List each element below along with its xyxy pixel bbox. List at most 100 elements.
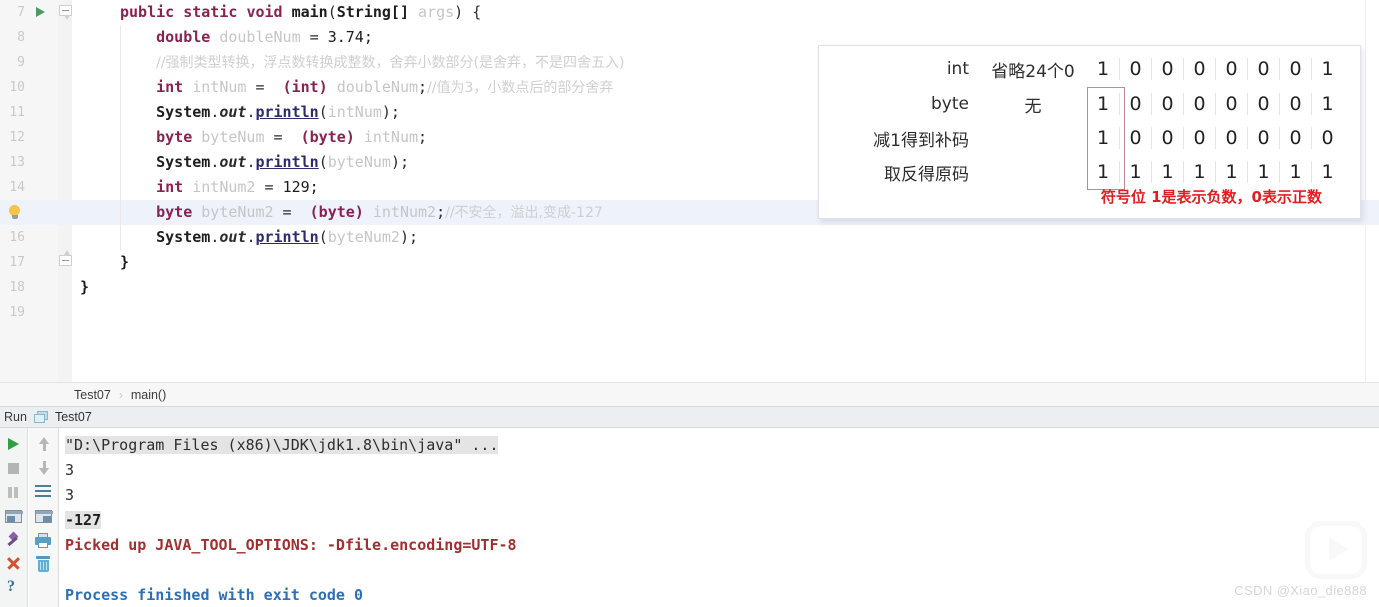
rerun-button[interactable] (0, 432, 28, 456)
line-number: 11 (9, 105, 25, 120)
stop-icon (8, 463, 19, 474)
fold-expanded-icon[interactable] (59, 5, 72, 20)
bit: 1 (1247, 161, 1279, 183)
bit-group: 1 0 0 0 0 0 0 1 (1087, 93, 1343, 115)
print-button[interactable] (29, 528, 57, 552)
method-println: println (255, 228, 319, 246)
bit: 0 (1247, 58, 1279, 80)
brace-close-class: } (80, 278, 90, 296)
semicolon: ; (436, 203, 446, 221)
up-stack-trace-button[interactable] (29, 432, 57, 456)
indent-guide (120, 175, 121, 200)
run-toolwindow-header[interactable]: Run Test07 (0, 406, 1379, 428)
help-button[interactable]: ? (0, 576, 28, 600)
semicolon: ; (418, 128, 428, 146)
gutter-line: 19 (0, 300, 71, 325)
bit: 0 (1247, 93, 1279, 115)
pause-icon (8, 487, 12, 498)
code-line[interactable]: System.out.println(byteNum2); (72, 225, 1379, 250)
bit: 0 (1183, 93, 1215, 115)
arg-byteNum2: byteNum2 (327, 228, 400, 246)
literal-3-74: 3.74; (327, 28, 373, 46)
console-output-value: 3 (65, 486, 75, 504)
run-method-icon[interactable] (36, 7, 45, 17)
indent-guide (120, 25, 121, 50)
bit: 0 (1279, 58, 1311, 80)
dot: . (210, 228, 220, 246)
code-line[interactable]: } (72, 275, 1379, 300)
stop-button[interactable] (0, 456, 28, 480)
var-byteNum: byteNum (201, 128, 265, 146)
bit: 0 (1215, 58, 1247, 80)
close-button[interactable] (0, 552, 28, 576)
gutter-line: 16 (0, 225, 71, 250)
bit: 0 (1215, 127, 1247, 149)
gutter-line: 18 (0, 275, 71, 300)
annot-note: 省略24个0 (991, 61, 1075, 82)
var-doubleNum: doubleNum (219, 28, 301, 46)
code-line[interactable]: } (72, 250, 1379, 275)
soft-wrap-button[interactable] (29, 480, 57, 504)
ide-window: 7 8 9 10 11 12 13 14 15 16 17 18 19 p (0, 0, 1379, 607)
breadcrumb[interactable]: Test07 › main() (0, 382, 1379, 406)
class-System: System (156, 103, 211, 121)
restore-layout-button[interactable] (0, 504, 28, 528)
keyword-byte: byte (156, 128, 193, 146)
gutter-line: 13 (0, 150, 71, 175)
keyword-public: public (120, 3, 175, 21)
console-output[interactable]: "D:\Program Files (x86)\JDK\jdk1.8\bin\j… (60, 428, 1379, 607)
paren-close: ); (390, 153, 409, 171)
assign-op: = (300, 28, 328, 46)
annot-label: 减1得到补码 (873, 130, 969, 151)
code-editor[interactable]: 7 8 9 10 11 12 13 14 15 16 17 18 19 p (0, 0, 1379, 382)
annot-label: 取反得原码 (884, 164, 969, 185)
run-tab-label[interactable]: Test07 (55, 410, 92, 424)
gutter-line: 14 (0, 175, 71, 200)
method-println: println (255, 153, 319, 171)
bit: 0 (1151, 58, 1183, 80)
indent-guide (120, 125, 121, 150)
bit: 0 (1119, 58, 1151, 80)
annot-label: byte (931, 94, 969, 114)
line-number: 19 (9, 305, 25, 320)
code-line[interactable]: public static void main(String[] args) { (72, 0, 1379, 25)
gutter-line: 11 (0, 100, 71, 125)
console-line: "D:\Program Files (x86)\JDK\jdk1.8\bin\j… (65, 433, 1379, 458)
code-line[interactable] (72, 300, 1379, 325)
paren-close-brace: ) { (454, 3, 482, 21)
scroll-to-end-button[interactable] (29, 504, 57, 528)
var-intNum-ref: intNum (363, 128, 419, 146)
comment-cast-explain: //强制类型转换，浮点数转换成整数，舍弃小数部分(是舍弃，不是四舍五入) (156, 55, 625, 71)
keyword-byte: byte (156, 203, 193, 221)
fold-end-icon[interactable] (59, 250, 72, 270)
bit: 0 (1279, 93, 1311, 115)
breadcrumb-class[interactable]: Test07 (66, 388, 119, 402)
console-exit-status: Process finished with exit code 0 (65, 586, 364, 604)
var-doubleNum-ref: doubleNum (336, 78, 419, 96)
intention-bulb-icon[interactable] (8, 205, 21, 221)
var-byteNum2: byteNum2 (201, 203, 274, 221)
bit: 0 (1247, 127, 1279, 149)
down-stack-trace-button[interactable] (29, 456, 57, 480)
scroll-to-end-icon (35, 510, 53, 523)
cast-byte: (byte) (300, 128, 355, 146)
clear-all-button[interactable] (29, 552, 57, 576)
pin-tab-button[interactable] (0, 528, 28, 552)
run-toolbar-right[interactable] (29, 428, 59, 607)
gutter-line: 17 (0, 250, 72, 275)
breadcrumb-method[interactable]: main() (123, 388, 174, 402)
pause-icon-bar2 (14, 487, 18, 498)
pause-output-button[interactable] (0, 480, 28, 504)
editor-gutter[interactable]: 7 8 9 10 11 12 13 14 15 16 17 18 19 (0, 0, 72, 382)
assign-op: = (246, 78, 274, 96)
line-number: 7 (17, 5, 25, 20)
brace-close-method: } (120, 253, 130, 271)
gutter-line: 8 (0, 25, 71, 50)
help-icon: ? (7, 578, 15, 595)
type-string-array: String[] (336, 3, 409, 21)
console-command: "D:\Program Files (x86)\JDK\jdk1.8\bin\j… (65, 436, 499, 454)
bit-group: 1 0 0 0 0 0 0 1 (1087, 58, 1343, 80)
run-toolbar-left[interactable]: ? (0, 428, 28, 607)
dot: . (210, 153, 220, 171)
